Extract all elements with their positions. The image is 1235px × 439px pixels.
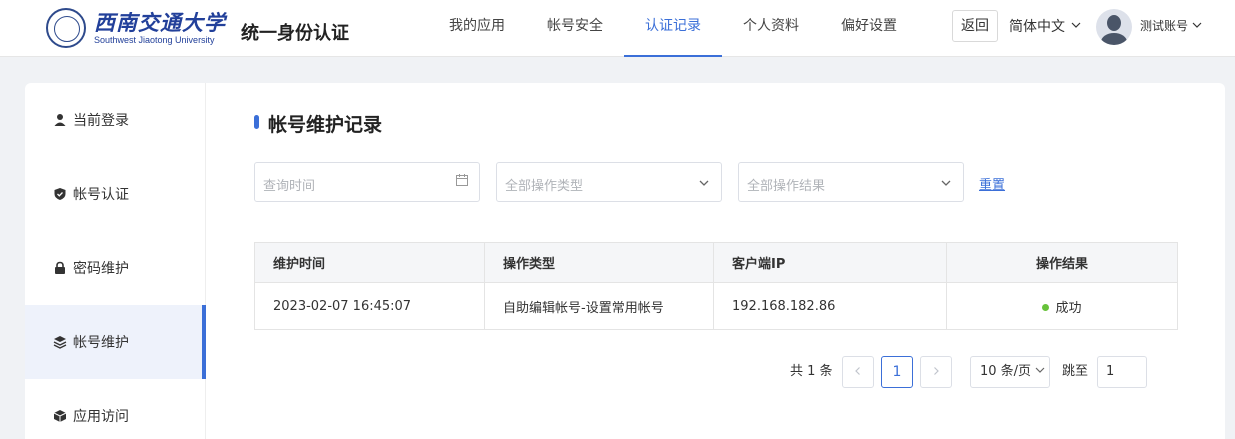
nav-account-security[interactable]: 帐号安全 — [526, 0, 624, 57]
logo-name-en: Southwest Jiaotong University — [94, 35, 215, 45]
jump-label: 跳至 — [1062, 364, 1089, 379]
university-logo[interactable]: 西南交通大学 Southwest Jiaotong University — [46, 8, 226, 48]
cell-type: 自助编辑帐号-设置常用帐号 — [484, 282, 714, 330]
back-button[interactable]: 返回 — [952, 10, 998, 42]
avatar[interactable] — [1096, 9, 1132, 45]
operation-type-select[interactable]: 全部操作类型 — [496, 162, 722, 202]
sidebar-item-label: 应用访问 — [73, 409, 129, 425]
layers-icon — [53, 336, 67, 349]
status-text: 成功 — [1055, 300, 1082, 316]
chevron-right-icon — [934, 367, 939, 375]
university-seal-icon — [46, 8, 86, 48]
chevron-down-icon — [699, 180, 709, 186]
records-table: 维护时间 操作类型 客户端IP 操作结果 2023-02-07 16:45:07… — [254, 242, 1178, 330]
column-header: 客户端IP — [713, 242, 947, 283]
operation-result-placeholder: 全部操作结果 — [747, 179, 826, 194]
shield-icon — [54, 188, 66, 200]
sidebar-item-current-login[interactable]: 当前登录 — [25, 83, 205, 157]
nav-auth-records[interactable]: 认证记录 — [624, 0, 722, 57]
sidebar-item-app-access[interactable]: 应用访问 — [25, 379, 205, 439]
sidebar-item-password[interactable]: 密码维护 — [25, 231, 205, 305]
chevron-down-icon — [1035, 367, 1045, 373]
prev-page-button[interactable] — [842, 356, 874, 388]
top-header: 西南交通大学 Southwest Jiaotong University 统一身… — [0, 0, 1235, 57]
user-menu[interactable]: 测试账号 — [1140, 17, 1202, 34]
language-select[interactable]: 简体中文 — [1009, 16, 1081, 36]
sidebar-item-label: 当前登录 — [73, 113, 129, 129]
table-row: 2023-02-07 16:45:07 自助编辑帐号-设置常用帐号 192.16… — [254, 282, 1178, 330]
jump-page-input[interactable]: 1 — [1097, 356, 1147, 388]
column-header: 维护时间 — [254, 242, 485, 283]
nav-my-apps[interactable]: 我的应用 — [428, 0, 526, 57]
logo-name-cn: 西南交通大学 — [94, 10, 226, 35]
user-name: 测试账号 — [1140, 19, 1189, 33]
sidebar-item-label: 密码维护 — [73, 261, 129, 277]
page-button-1[interactable]: 1 — [881, 356, 913, 388]
total-count: 共 1 条 — [790, 364, 833, 379]
main-nav: 我的应用 帐号安全 认证记录 个人资料 偏好设置 — [428, 0, 918, 57]
app-title: 统一身份认证 — [241, 23, 349, 44]
cell-result: 成功 — [946, 282, 1178, 330]
calendar-icon — [456, 174, 468, 186]
operation-result-select[interactable]: 全部操作结果 — [738, 162, 964, 202]
chevron-down-icon — [1192, 22, 1202, 28]
table-header-row: 维护时间 操作类型 客户端IP 操作结果 — [254, 242, 1178, 283]
main-card: 当前登录 帐号认证 密码维护 帐号维护 应用访问 帐号维护记录 查询时间 全部操… — [25, 83, 1225, 439]
page-size-label: 10 条/页 — [980, 364, 1032, 379]
cell-time: 2023-02-07 16:45:07 — [254, 282, 485, 330]
status-dot-icon — [1042, 303, 1050, 311]
nav-preferences[interactable]: 偏好设置 — [820, 0, 918, 57]
time-filter-input[interactable]: 查询时间 — [254, 162, 480, 202]
sidebar-item-label: 帐号认证 — [73, 187, 129, 203]
sidebar-item-account-auth[interactable]: 帐号认证 — [25, 157, 205, 231]
sidebar-item-label: 帐号维护 — [73, 335, 129, 351]
cube-icon — [53, 410, 67, 422]
page-title: 帐号维护记录 — [254, 110, 382, 137]
chevron-left-icon — [855, 367, 860, 375]
language-label: 简体中文 — [1009, 19, 1065, 35]
sidebar-item-account-maintenance[interactable]: 帐号维护 — [25, 305, 206, 379]
nav-profile[interactable]: 个人资料 — [722, 0, 820, 57]
page-size-select[interactable]: 10 条/页 — [970, 356, 1050, 388]
next-page-button[interactable] — [920, 356, 952, 388]
column-header: 操作结果 — [946, 242, 1178, 283]
lock-icon — [55, 261, 65, 274]
time-filter-placeholder: 查询时间 — [263, 179, 316, 194]
column-header: 操作类型 — [484, 242, 714, 283]
operation-type-placeholder: 全部操作类型 — [505, 179, 584, 194]
chevron-down-icon — [1072, 22, 1081, 28]
sidebar: 当前登录 帐号认证 密码维护 帐号维护 应用访问 — [25, 83, 206, 439]
user-icon — [54, 114, 66, 126]
reset-link[interactable]: 重置 — [979, 174, 1005, 193]
cell-ip: 192.168.182.86 — [713, 282, 947, 330]
chevron-down-icon — [941, 180, 951, 186]
